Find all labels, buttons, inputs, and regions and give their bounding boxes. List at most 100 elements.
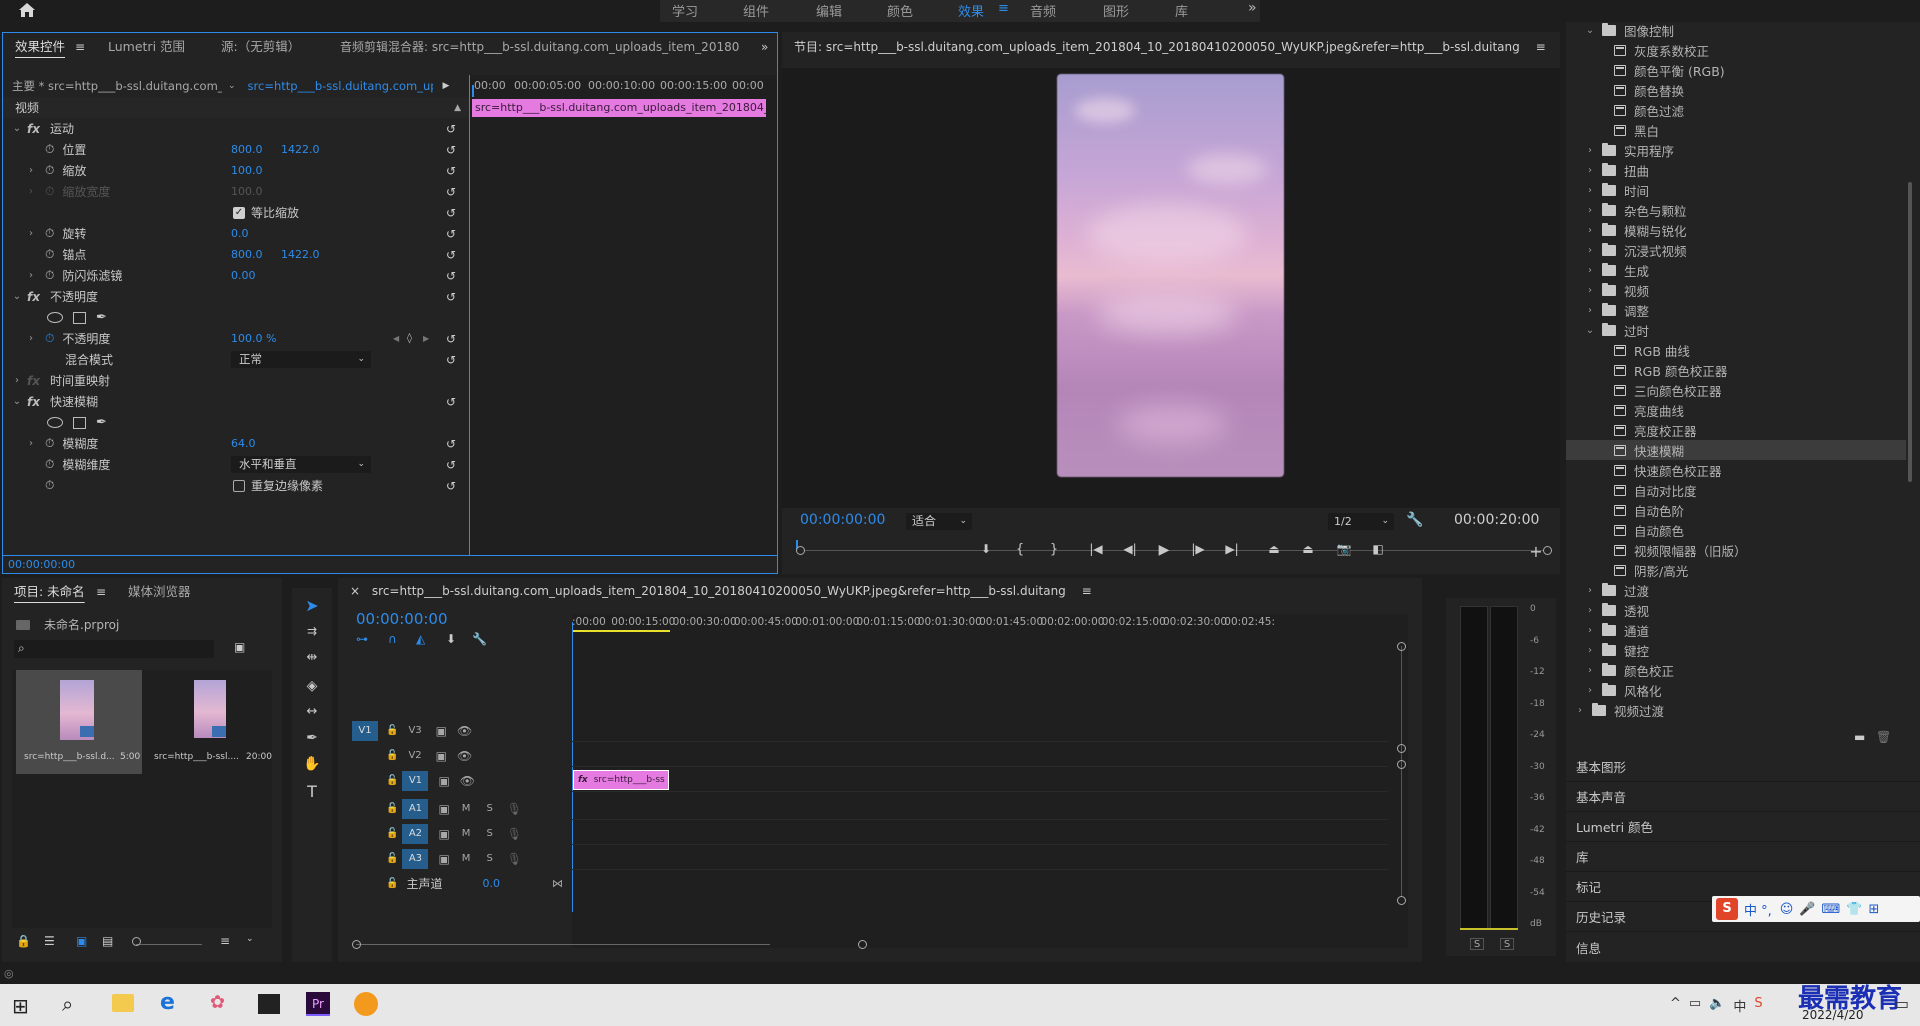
chevron-down-icon[interactable]: ⌄	[228, 81, 236, 91]
grid-icon[interactable]: ⊞	[1868, 902, 1879, 917]
zoom-slider[interactable]	[136, 944, 202, 945]
effect-tree-item[interactable]: › 视频过渡	[1566, 700, 1906, 720]
expand-icon[interactable]: ›	[25, 228, 37, 239]
collapse-icon[interactable]: ⌄	[11, 396, 23, 407]
razor-tool-icon[interactable]: ◈	[300, 678, 324, 694]
edge-icon[interactable]: e	[160, 990, 175, 1015]
menu-icon[interactable]: ≡	[998, 1, 1009, 16]
timeline-timecode[interactable]: 00:00:00:00	[356, 610, 448, 628]
lock-icon[interactable]: 🔓	[386, 775, 398, 786]
fx-icon[interactable]: fx	[27, 122, 40, 136]
uniform-scale-checkbox[interactable]: ✓	[233, 206, 245, 219]
app-icon[interactable]: ✿	[210, 992, 225, 1013]
selection-tool-icon[interactable]: ➤	[300, 596, 324, 615]
scroll-handle[interactable]	[1397, 642, 1406, 651]
stopwatch-icon[interactable]: ⏱	[45, 436, 54, 451]
collapse-icon[interactable]: ⌄	[11, 291, 23, 302]
menu-icon[interactable]: ≡	[75, 33, 85, 61]
effect-tree-item[interactable]: › 实用程序	[1566, 140, 1906, 160]
expand-icon[interactable]: ›	[11, 375, 23, 386]
new-bin-icon[interactable]: ▬	[1854, 730, 1865, 744]
fx-icon[interactable]: fx	[27, 395, 40, 409]
lift-icon[interactable]: ⏏	[1262, 542, 1286, 556]
effect-motion[interactable]: 运动	[50, 120, 74, 137]
effect-tree-item[interactable]: › 调整	[1566, 300, 1906, 320]
expand-icon[interactable]: ›	[1584, 285, 1596, 296]
menu-icon[interactable]: ≡	[96, 578, 106, 606]
lock-icon[interactable]: 🔓	[386, 803, 398, 814]
sort-icon[interactable]: ≡	[220, 934, 230, 948]
file-explorer-icon[interactable]	[112, 994, 134, 1012]
workspace-graphics[interactable]: 图形	[1103, 1, 1129, 20]
reset-icon[interactable]: ↺	[446, 122, 456, 136]
reset-icon[interactable]: ↺	[446, 458, 456, 472]
reset-icon[interactable]: ↺	[446, 290, 456, 304]
lock-icon[interactable]: 🔓	[386, 725, 398, 736]
blend-mode-select[interactable]: 正常 ⌄	[231, 351, 371, 368]
mute-button[interactable]: M	[462, 828, 471, 839]
tab-effect-controls[interactable]: 效果控件	[15, 33, 65, 61]
panel-lumetri-color[interactable]: Lumetri 颜色	[1566, 812, 1920, 842]
workspace-effects[interactable]: 效果	[958, 1, 984, 20]
sync-lock-icon[interactable]: ▣	[438, 774, 449, 788]
effect-tree-item[interactable]: 自动颜色	[1566, 520, 1906, 540]
effect-tree-item[interactable]: › 风格化	[1566, 680, 1906, 700]
program-viewer[interactable]	[782, 68, 1560, 508]
lock-icon[interactable]: 🔓	[386, 878, 398, 889]
lock-icon[interactable]: 🔓	[386, 750, 398, 761]
more-workspaces-icon[interactable]: »	[1248, 0, 1257, 16]
effect-tree-item[interactable]: 自动色阶	[1566, 500, 1906, 520]
step-forward-icon[interactable]: |▶	[1186, 542, 1210, 556]
expand-icon[interactable]: ›	[25, 270, 37, 281]
solo-button[interactable]: S	[486, 853, 492, 864]
prev-keyframe-icon[interactable]: ◀	[393, 334, 399, 343]
reset-icon[interactable]: ↺	[446, 206, 456, 220]
effect-opacity[interactable]: 不透明度	[50, 288, 98, 305]
workspace-learn[interactable]: 学习	[672, 1, 698, 20]
scroll-handle[interactable]	[1397, 744, 1406, 753]
effect-tree-item[interactable]: 快速颜色校正器	[1566, 460, 1906, 480]
track-v3-lane[interactable]	[572, 718, 1388, 742]
expand-icon[interactable]: ›	[25, 438, 37, 449]
track-a2-lane[interactable]	[572, 821, 1388, 845]
reset-icon[interactable]: ↺	[446, 353, 456, 367]
fit-select[interactable]: 适合 ⌄	[906, 513, 972, 530]
panel-essential-sound[interactable]: 基本声音	[1566, 782, 1920, 812]
chevron-up-icon[interactable]: ^	[1670, 996, 1681, 1015]
stopwatch-icon[interactable]: ⏱	[45, 226, 54, 241]
pen-mask-icon[interactable]: ✒	[96, 310, 107, 325]
close-icon[interactable]: ×	[350, 584, 360, 598]
track-label-a3[interactable]: A3	[402, 848, 429, 869]
track-label-v1[interactable]: V1	[402, 770, 429, 791]
scale-value[interactable]: 100.0	[231, 164, 263, 177]
stopwatch-icon[interactable]: ⏱	[45, 247, 54, 262]
play-icon[interactable]: ▶	[1152, 542, 1176, 558]
eye-icon[interactable]: 👁	[457, 724, 472, 738]
stopwatch-icon[interactable]: ⏱	[45, 478, 54, 493]
effect-tree-item[interactable]: 自动对比度	[1566, 480, 1906, 500]
expand-icon[interactable]: ›	[1584, 165, 1596, 176]
vertical-scrollbar[interactable]	[1401, 646, 1402, 896]
track-v2-lane[interactable]	[572, 743, 1388, 767]
ime-cn-icon[interactable]: 中	[1733, 996, 1746, 1015]
effect-fast-blur[interactable]: 快速模糊	[50, 393, 98, 410]
effect-tree-item[interactable]: › 扭曲	[1566, 160, 1906, 180]
reset-icon[interactable]: ↺	[446, 269, 456, 283]
effect-tree-item[interactable]: › 通道	[1566, 620, 1906, 640]
keyboard-icon[interactable]: ⌨	[1822, 902, 1841, 917]
volume-icon[interactable]: 🔈	[1709, 996, 1725, 1015]
go-to-out-icon[interactable]: ▶|	[1220, 542, 1244, 556]
go-to-end-icon[interactable]: ⋈	[552, 877, 563, 890]
add-keyframe-icon[interactable]: ◊	[407, 333, 412, 344]
stopwatch-icon[interactable]: ⏱	[45, 331, 54, 346]
expand-icon[interactable]: ›	[1574, 705, 1586, 716]
add-button-icon[interactable]: +	[1524, 542, 1548, 561]
snap-icon[interactable]: ∩	[388, 632, 397, 646]
effect-tree-item[interactable]: › 生成	[1566, 260, 1906, 280]
ellipse-mask-icon[interactable]	[47, 312, 63, 323]
track-a1-lane[interactable]	[572, 796, 1388, 820]
collapse-icon[interactable]: ⌄	[1584, 325, 1596, 336]
more-tabs-icon[interactable]: »	[761, 33, 768, 61]
effect-tree-item[interactable]: › 颜色校正	[1566, 660, 1906, 680]
find-icon[interactable]: ▣	[234, 640, 245, 654]
